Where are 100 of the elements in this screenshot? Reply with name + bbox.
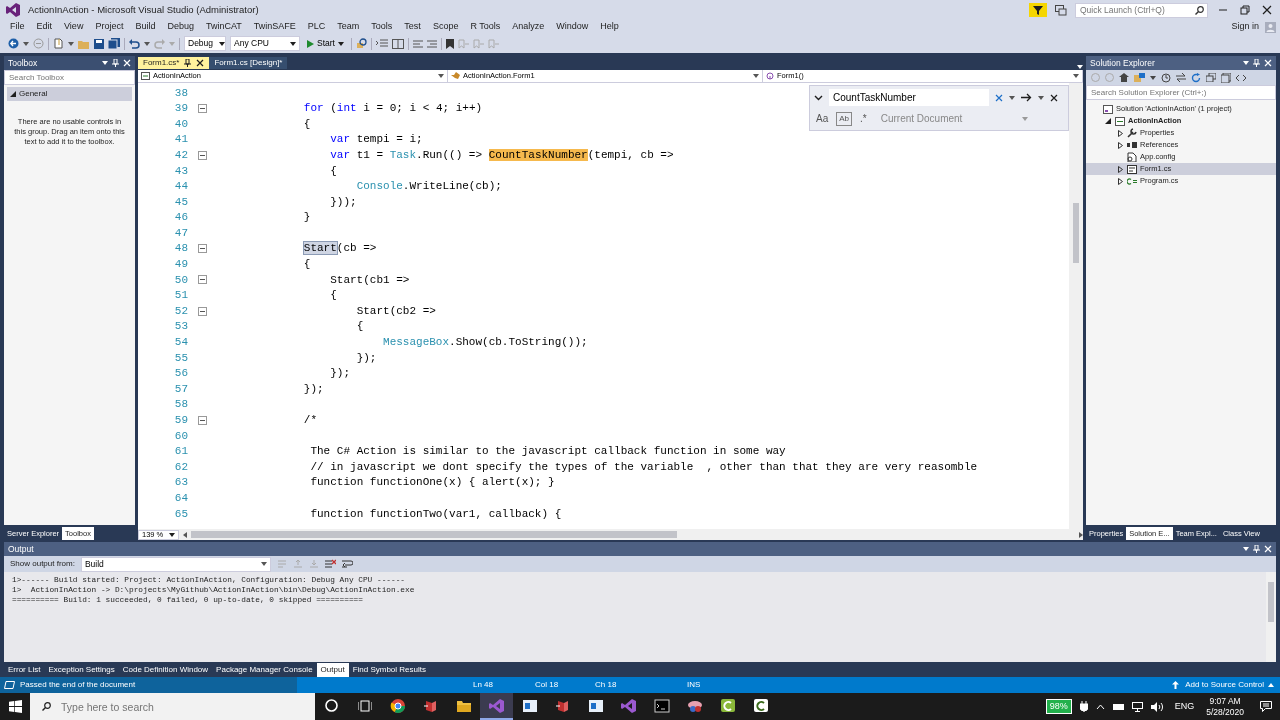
- platform-dropdown[interactable]: Any CPU: [230, 36, 300, 51]
- find-icon[interactable]: [355, 38, 367, 49]
- word-wrap-icon[interactable]: [341, 559, 353, 569]
- collapse-all-icon[interactable]: [1206, 73, 1216, 82]
- switch-views-icon[interactable]: [1134, 73, 1145, 82]
- close-icon[interactable]: [1050, 93, 1058, 102]
- cortana-icon[interactable]: [325, 699, 338, 712]
- menu-item[interactable]: File: [4, 20, 31, 34]
- windows-start-button[interactable]: [8, 700, 22, 713]
- toolbox-search-field[interactable]: Search Toolbox: [4, 70, 135, 85]
- close-button[interactable]: [1260, 5, 1274, 15]
- panel-tab[interactable]: Exception Settings: [44, 662, 119, 677]
- new-item-icon[interactable]: [53, 38, 64, 49]
- network-icon[interactable]: [1131, 701, 1143, 712]
- panel-tab[interactable]: Error List: [4, 662, 45, 677]
- find-option-toggle[interactable]: .*: [858, 111, 869, 126]
- bookmark-icon[interactable]: [445, 38, 454, 49]
- collapse-icon[interactable]: [198, 150, 207, 160]
- vertical-scrollbar[interactable]: [1069, 83, 1083, 529]
- columns-icon[interactable]: [391, 38, 404, 49]
- scroll-left-icon[interactable]: [183, 531, 188, 538]
- menu-item[interactable]: PLC: [301, 20, 332, 34]
- feedback-icon[interactable]: [1055, 4, 1067, 16]
- caret-icon: [68, 41, 74, 46]
- home-icon[interactable]: [1119, 73, 1129, 82]
- find-next-icon[interactable]: [1021, 93, 1032, 102]
- find-field[interactable]: CountTaskNumber: [829, 89, 989, 106]
- menu-item[interactable]: Scope: [426, 20, 465, 34]
- tray-app-icon[interactable]: [1112, 702, 1124, 711]
- find-option-toggle[interactable]: Ab: [836, 111, 853, 126]
- sign-in-link[interactable]: Sign in: [1225, 20, 1265, 34]
- notifications-icon[interactable]: [1260, 700, 1272, 712]
- menu-item[interactable]: Window: [550, 20, 595, 34]
- collapsed-icon[interactable]: [1117, 129, 1123, 137]
- clock-date[interactable]: 5/28/2020: [1206, 706, 1244, 717]
- pin-icon[interactable]: [184, 59, 192, 67]
- task-view-icon[interactable]: [357, 699, 372, 712]
- menu-item[interactable]: Tools: [365, 20, 399, 34]
- start-button[interactable]: Start: [304, 36, 347, 51]
- vertical-scrollbar[interactable]: [1266, 572, 1276, 662]
- undo-icon[interactable]: [129, 38, 140, 49]
- plug-icon[interactable]: [1079, 701, 1088, 712]
- menu-item[interactable]: Test: [398, 20, 427, 34]
- chevron-icon[interactable]: [814, 94, 823, 101]
- find-option-toggle[interactable]: Aa: [814, 111, 831, 126]
- terminal-icon: [653, 697, 670, 714]
- indent-icon[interactable]: [375, 38, 388, 49]
- document-tab[interactable]: Form1.cs [Design]*: [209, 57, 288, 69]
- source-control-button[interactable]: Add to Source Control: [1179, 678, 1280, 692]
- menu-item[interactable]: Debug: [161, 20, 200, 34]
- history-icon[interactable]: [1161, 72, 1171, 83]
- document-tab[interactable]: Form1.cs*: [138, 57, 210, 69]
- language-indicator[interactable]: ENG: [1170, 699, 1199, 714]
- toolbox-group-header[interactable]: General: [7, 87, 132, 101]
- output-source-dropdown[interactable]: Build: [80, 556, 271, 572]
- solution-search-field[interactable]: Search Solution Explorer (Ctrl+;): [1086, 85, 1276, 100]
- collapse-icon[interactable]: [198, 244, 207, 254]
- panel-tab[interactable]: Output: [316, 662, 349, 677]
- back-icon[interactable]: [8, 38, 19, 49]
- code-view-icon[interactable]: [1236, 73, 1246, 82]
- configuration-dropdown[interactable]: Debug: [184, 36, 226, 51]
- panel-tab[interactable]: Code Definition Window: [118, 662, 213, 677]
- collapse-icon[interactable]: [198, 275, 207, 285]
- menu-item[interactable]: Analyze: [506, 20, 551, 34]
- show-all-files-icon[interactable]: [1221, 72, 1231, 83]
- editor-app-icon: [752, 697, 769, 714]
- panel-tab[interactable]: Package Manager Console: [212, 662, 317, 677]
- close-icon[interactable]: [196, 59, 205, 67]
- clock-time[interactable]: 9:07 AM: [1209, 696, 1241, 707]
- restore-button[interactable]: [1238, 5, 1252, 15]
- menu-item[interactable]: TwinSAFE: [247, 20, 302, 34]
- chevron-up-icon[interactable]: [1095, 703, 1105, 710]
- clear-all-icon[interactable]: [324, 559, 336, 569]
- menu-item[interactable]: Help: [594, 20, 625, 34]
- scroll-right-icon[interactable]: [1079, 531, 1083, 538]
- collapsed-icon[interactable]: [1117, 177, 1123, 185]
- line-number: 44: [173, 179, 188, 195]
- menu-item[interactable]: View: [58, 20, 90, 34]
- speaker-icon[interactable]: [1150, 701, 1163, 712]
- menu-item[interactable]: Edit: [30, 20, 59, 34]
- collapse-icon[interactable]: [198, 415, 207, 425]
- filter-icon[interactable]: [1029, 3, 1047, 17]
- menu-item[interactable]: Project: [89, 20, 130, 34]
- collapsed-icon[interactable]: [1117, 141, 1123, 149]
- menu-item[interactable]: Build: [129, 20, 162, 34]
- save-all-icon[interactable]: [108, 38, 120, 49]
- collapse-icon[interactable]: [198, 306, 207, 316]
- menu-item[interactable]: TwinCAT: [199, 20, 248, 34]
- sync-icon[interactable]: [1176, 73, 1186, 82]
- expanded-icon[interactable]: [1105, 118, 1111, 124]
- panel-tab[interactable]: Find Symbol Results: [348, 662, 430, 677]
- collapse-icon[interactable]: [198, 103, 207, 113]
- save-icon[interactable]: [94, 38, 104, 49]
- solution-icon: [1103, 104, 1113, 114]
- collapsed-icon[interactable]: [1117, 165, 1123, 173]
- refresh-icon[interactable]: [1191, 72, 1201, 83]
- menu-item[interactable]: R Tools: [464, 20, 507, 34]
- line-number: 55: [173, 350, 188, 366]
- menu-item[interactable]: Team: [331, 20, 366, 34]
- taskbar-search-field[interactable]: Type here to search: [57, 693, 315, 720]
